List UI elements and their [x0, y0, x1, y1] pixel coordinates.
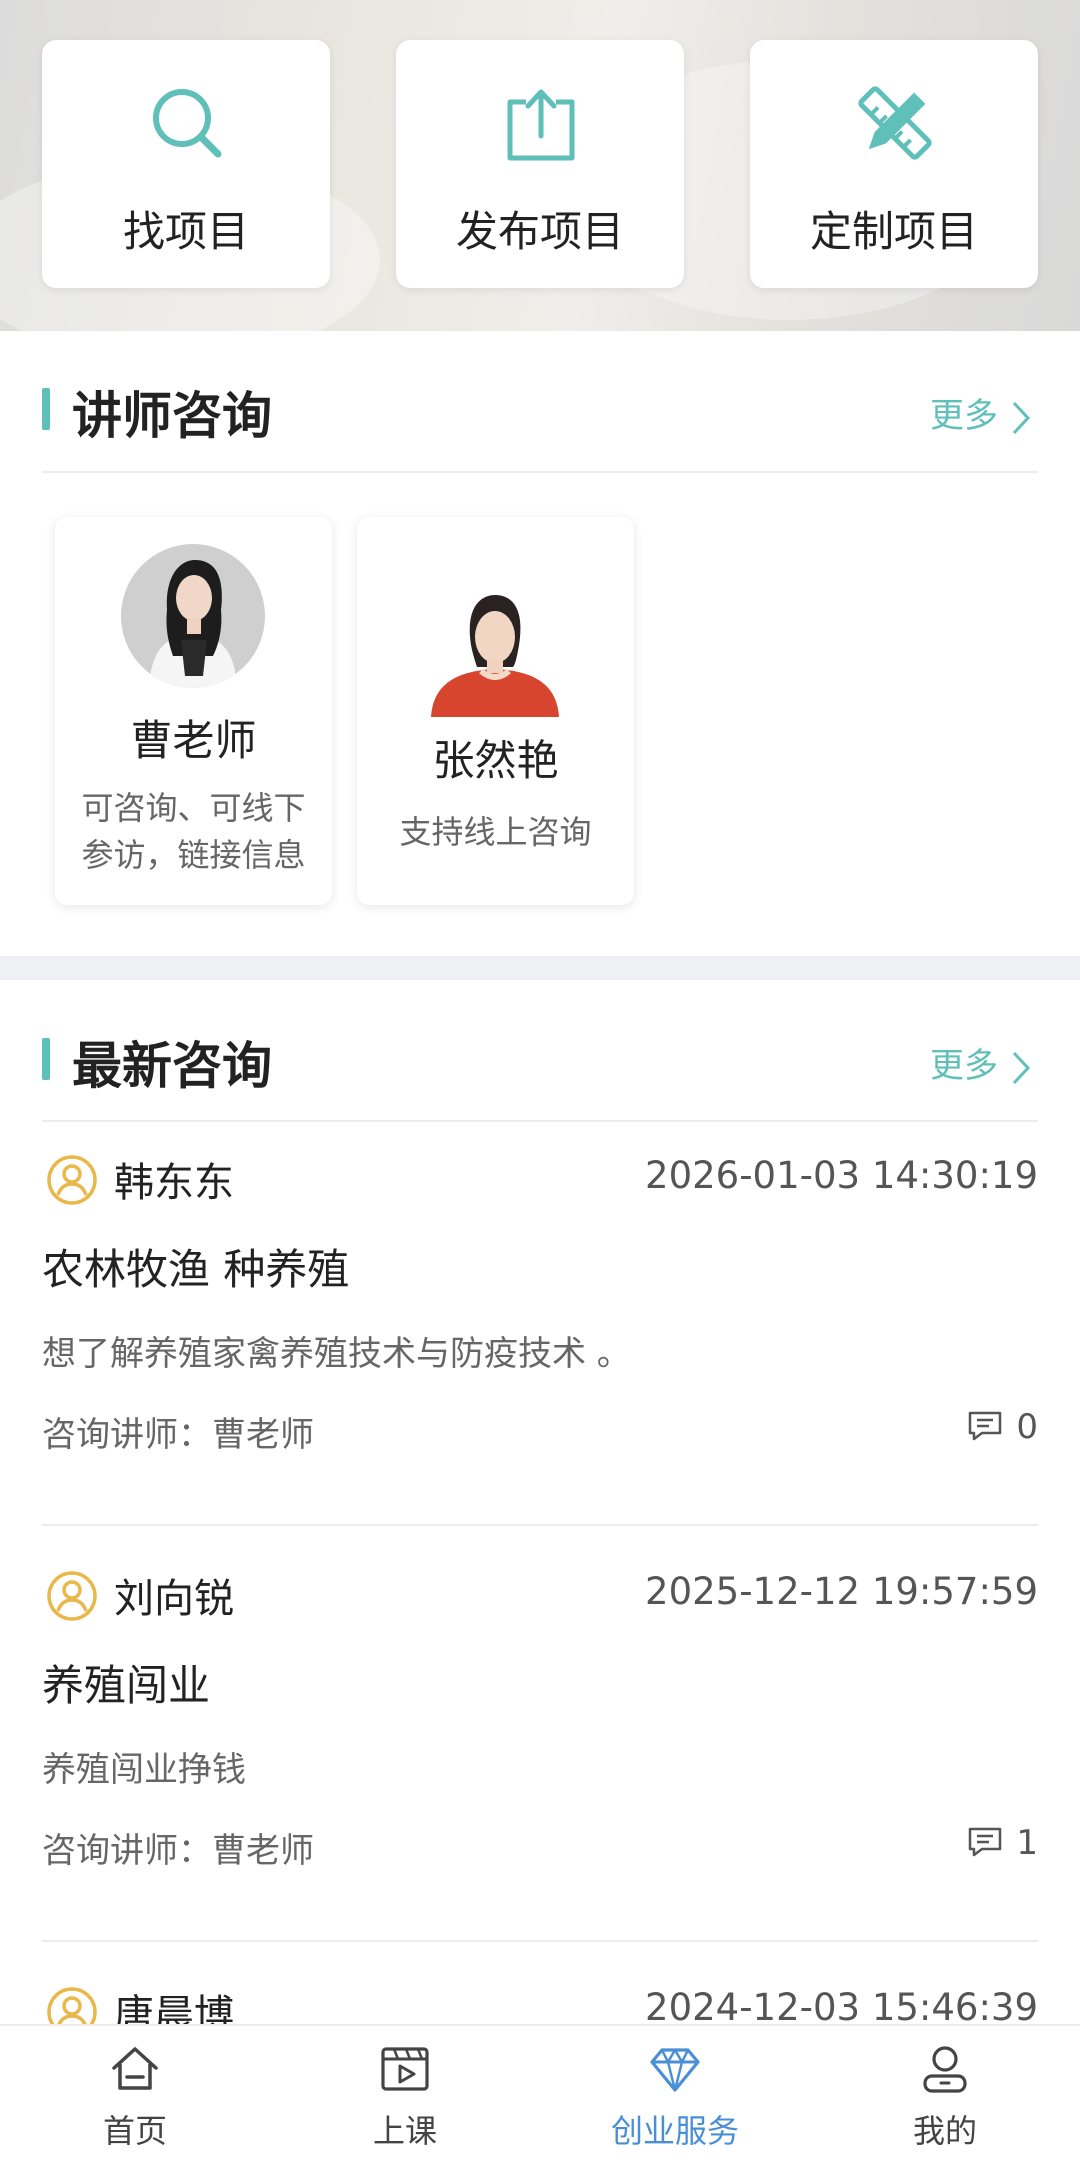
consult-user-name: 韩东东	[114, 1160, 234, 1206]
consult-list-item[interactable]: 刘向锐 2025-12-12 19:57:59 养殖闯业 养殖闯业挣钱 咨询讲师…	[42, 1566, 1038, 1981]
find-project-button[interactable]: 找项目	[42, 40, 330, 288]
tutor-card[interactable]: 曹老师 可咨询、可线下 参访，链接信息	[55, 517, 332, 905]
tutor-desc: 支持线上咨询	[399, 813, 592, 851]
latest-section-title: 最新咨询	[72, 1037, 272, 1095]
consult-time: 2025-12-12 19:57:59	[645, 1570, 1038, 1613]
tab-mine[interactable]: 我的	[810, 2026, 1080, 2163]
tutor-name: 曹老师	[130, 716, 257, 765]
video-icon	[381, 2047, 429, 2091]
publish-project-button[interactable]: 发布项目	[396, 40, 684, 288]
consult-user-name: 唐晨博	[114, 1992, 234, 2024]
tutor-name: 张然艳	[432, 736, 559, 785]
consult-user-name: 刘向锐	[114, 1576, 234, 1622]
tutor-avatar	[121, 544, 265, 688]
tutor-section-header: 讲师咨询 更多	[42, 370, 1038, 446]
tab-home[interactable]: 首页	[0, 2026, 270, 2163]
user-avatar-icon	[47, 1987, 97, 2024]
comment-icon	[969, 1411, 1002, 1440]
reply-count[interactable]: 0	[968, 1407, 1038, 1447]
consult-content: 想了解养殖家禽养殖技术与防疫技术 。	[42, 1334, 631, 1374]
section-separator	[0, 956, 1080, 980]
pencil-ruler-icon	[858, 86, 932, 160]
tutor-more-link[interactable]: 更多	[930, 388, 1034, 437]
bottom-tab-bar: 首页 上课 创业服务 我的	[0, 2024, 1080, 2163]
upload-icon	[507, 89, 575, 161]
tab-class[interactable]: 上课	[270, 2026, 540, 2163]
diamond-icon	[650, 2048, 700, 2092]
tutor-desc: 可咨询、可线下 参访，链接信息	[81, 789, 306, 874]
tutor-card[interactable]: 张然艳 支持线上咨询	[357, 517, 634, 905]
reply-count[interactable]: 1	[968, 1823, 1038, 1863]
comment-icon	[969, 1827, 1002, 1856]
user-avatar-icon	[47, 1571, 97, 1621]
hero-banner: 找项目 发布项目 定制项目	[0, 0, 1080, 331]
user-icon	[923, 2046, 967, 2093]
custom-project-button[interactable]: 定制项目	[750, 40, 1038, 288]
consult-title: 养殖闯业	[42, 1661, 211, 1710]
consult-list-item[interactable]: 韩东东 2026-01-03 14:30:19 农林牧渔 种养殖 想了解养殖家禽…	[42, 1150, 1038, 1565]
consult-list-item[interactable]: 唐晨博 2024-12-03 15:46:39	[42, 1982, 1038, 2024]
latest-more-link[interactable]: 更多	[930, 1038, 1034, 1087]
consult-content: 养殖闯业挣钱	[42, 1750, 246, 1790]
find-project-label: 找项目	[122, 207, 249, 256]
tab-startup-service[interactable]: 创业服务	[540, 2026, 810, 2163]
tutor-avatar	[429, 585, 561, 717]
search-icon	[153, 89, 222, 158]
tutor-section-title: 讲师咨询	[72, 387, 272, 445]
consult-tutor: 咨询讲师：曹老师	[42, 1415, 314, 1455]
consult-tutor: 咨询讲师：曹老师	[42, 1831, 314, 1871]
chevron-right-icon	[1012, 401, 1031, 434]
latest-section-header: 最新咨询 更多	[42, 1020, 1038, 1096]
consult-time: 2024-12-03 15:46:39	[645, 1986, 1038, 2024]
custom-project-label: 定制项目	[809, 207, 978, 256]
user-avatar-icon	[47, 1155, 97, 1205]
consult-title: 农林牧渔 种养殖	[42, 1245, 350, 1294]
home-icon	[112, 2047, 158, 2090]
divider	[42, 1120, 1038, 1122]
consult-time: 2026-01-03 14:30:19	[645, 1154, 1038, 1197]
chevron-right-icon	[1012, 1051, 1031, 1084]
divider	[42, 471, 1038, 473]
publish-project-label: 发布项目	[455, 207, 624, 256]
